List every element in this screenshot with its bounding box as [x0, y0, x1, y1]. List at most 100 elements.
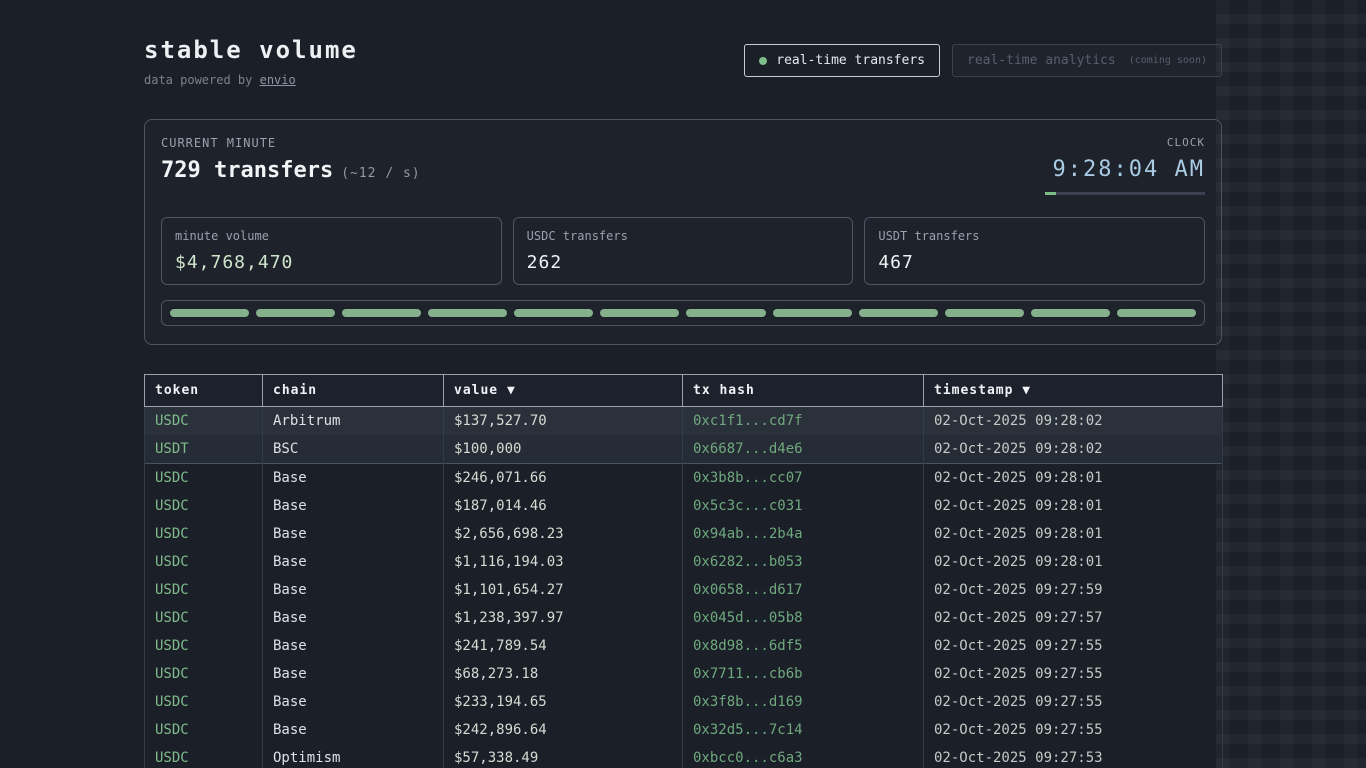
- cell-token: USDC: [145, 604, 263, 632]
- transfer-summary: CURRENT MINUTE 729 transfers(~12 / s): [161, 136, 421, 183]
- column-header-token[interactable]: token: [145, 375, 263, 407]
- table-header-row: token chain value ▼ tx hash timestamp ▼: [145, 375, 1223, 407]
- panel-head: CURRENT MINUTE 729 transfers(~12 / s) CL…: [161, 136, 1205, 195]
- column-header-timestamp[interactable]: timestamp ▼: [924, 375, 1223, 407]
- tab-transfers-label: real-time transfers: [776, 53, 925, 68]
- cell-timestamp: 02-Oct-2025 09:28:01: [924, 492, 1223, 520]
- cell-timestamp: 02-Oct-2025 09:28:02: [924, 435, 1223, 464]
- cell-chain: Base: [263, 492, 444, 520]
- cell-value: $242,896.64: [444, 716, 683, 744]
- stat-label: minute volume: [175, 229, 488, 243]
- table-row: USDCArbitrum$137,527.700xc1f1...cd7f02-O…: [145, 407, 1223, 436]
- cell-token: USDC: [145, 492, 263, 520]
- cell-tx-hash[interactable]: 0x045d...05b8: [683, 604, 924, 632]
- tab-real-time-analytics[interactable]: real-time analytics (coming soon): [952, 44, 1222, 77]
- progress-segment: [342, 309, 421, 317]
- cell-chain: Base: [263, 632, 444, 660]
- table-row: USDCOptimism$57,338.490xbcc0...c6a302-Oc…: [145, 744, 1223, 768]
- cell-timestamp: 02-Oct-2025 09:28:01: [924, 520, 1223, 548]
- title-block: stable volume data powered by envio: [144, 36, 358, 87]
- stat-minute-volume: minute volume $4,768,470: [161, 217, 502, 285]
- table-row: USDCBase$1,101,654.270x0658...d61702-Oct…: [145, 576, 1223, 604]
- cell-timestamp: 02-Oct-2025 09:28:02: [924, 407, 1223, 436]
- cell-tx-hash[interactable]: 0x94ab...2b4a: [683, 520, 924, 548]
- clock-progress-fill: [1045, 192, 1056, 195]
- progress-segment: [686, 309, 765, 317]
- cell-chain: Base: [263, 660, 444, 688]
- tab-analytics-label: real-time analytics: [967, 53, 1116, 68]
- cell-chain: Base: [263, 716, 444, 744]
- envio-link[interactable]: envio: [260, 73, 296, 87]
- table-row: USDCBase$233,194.650x3f8b...d16902-Oct-2…: [145, 688, 1223, 716]
- live-dot-icon: [759, 57, 767, 65]
- cell-tx-hash[interactable]: 0x0658...d617: [683, 576, 924, 604]
- cell-tx-hash[interactable]: 0xc1f1...cd7f: [683, 407, 924, 436]
- cell-token: USDC: [145, 688, 263, 716]
- progress-segment: [773, 309, 852, 317]
- progress-segment: [600, 309, 679, 317]
- cell-tx-hash[interactable]: 0x32d5...7c14: [683, 716, 924, 744]
- topbar: stable volume data powered by envio real…: [144, 36, 1222, 87]
- cell-timestamp: 02-Oct-2025 09:27:59: [924, 576, 1223, 604]
- page-container: stable volume data powered by envio real…: [144, 0, 1222, 768]
- cell-tx-hash[interactable]: 0xbcc0...c6a3: [683, 744, 924, 768]
- cell-tx-hash[interactable]: 0x6687...d4e6: [683, 435, 924, 464]
- cell-token: USDC: [145, 744, 263, 768]
- cell-value: $1,116,194.03: [444, 548, 683, 576]
- table-row: USDCBase$246,071.660x3b8b...cc0702-Oct-2…: [145, 464, 1223, 493]
- table-row: USDCBase$1,238,397.970x045d...05b802-Oct…: [145, 604, 1223, 632]
- clock-progress-bar: [1045, 192, 1205, 195]
- cell-token: USDC: [145, 464, 263, 493]
- progress-segment: [170, 309, 249, 317]
- cell-token: USDC: [145, 548, 263, 576]
- cell-value: $187,014.46: [444, 492, 683, 520]
- table-row: USDCBase$242,896.640x32d5...7c1402-Oct-2…: [145, 716, 1223, 744]
- cell-timestamp: 02-Oct-2025 09:27:57: [924, 604, 1223, 632]
- cell-tx-hash[interactable]: 0x3f8b...d169: [683, 688, 924, 716]
- progress-segment: [1031, 309, 1110, 317]
- stat-usdc-transfers: USDC transfers 262: [513, 217, 854, 285]
- stat-value: 262: [527, 252, 840, 273]
- column-header-chain[interactable]: chain: [263, 375, 444, 407]
- cell-timestamp: 02-Oct-2025 09:28:01: [924, 464, 1223, 493]
- current-minute-label: CURRENT MINUTE: [161, 136, 421, 150]
- cell-value: $241,789.54: [444, 632, 683, 660]
- table-row: USDCBase$68,273.180x7711...cb6b02-Oct-20…: [145, 660, 1223, 688]
- cell-value: $1,238,397.97: [444, 604, 683, 632]
- cell-tx-hash[interactable]: 0x6282...b053: [683, 548, 924, 576]
- tab-real-time-transfers[interactable]: real-time transfers: [744, 44, 940, 77]
- cell-tx-hash[interactable]: 0x5c3c...c031: [683, 492, 924, 520]
- tabs: real-time transfers real-time analytics …: [744, 44, 1222, 77]
- cell-chain: Base: [263, 520, 444, 548]
- progress-segment: [514, 309, 593, 317]
- transfers-table-body: USDCArbitrum$137,527.700xc1f1...cd7f02-O…: [145, 407, 1223, 768]
- cell-token: USDC: [145, 407, 263, 436]
- cell-chain: Base: [263, 604, 444, 632]
- cell-token: USDC: [145, 632, 263, 660]
- cell-value: $68,273.18: [444, 660, 683, 688]
- stats-row: minute volume $4,768,470 USDC transfers …: [161, 217, 1205, 285]
- cell-tx-hash[interactable]: 0x7711...cb6b: [683, 660, 924, 688]
- column-header-tx-hash[interactable]: tx hash: [683, 375, 924, 407]
- table-row: USDCBase$241,789.540x8d98...6df502-Oct-2…: [145, 632, 1223, 660]
- cell-chain: Base: [263, 464, 444, 493]
- column-header-value[interactable]: value ▼: [444, 375, 683, 407]
- cell-timestamp: 02-Oct-2025 09:27:55: [924, 660, 1223, 688]
- progress-segment: [1117, 309, 1196, 317]
- cell-timestamp: 02-Oct-2025 09:27:53: [924, 744, 1223, 768]
- cell-value: $1,101,654.27: [444, 576, 683, 604]
- cell-chain: Base: [263, 688, 444, 716]
- cell-value: $137,527.70: [444, 407, 683, 436]
- cell-timestamp: 02-Oct-2025 09:27:55: [924, 716, 1223, 744]
- powered-by-text: data powered by: [144, 73, 252, 87]
- transfers-table: token chain value ▼ tx hash timestamp ▼ …: [144, 374, 1223, 768]
- cell-token: USDC: [145, 716, 263, 744]
- cell-tx-hash[interactable]: 0x8d98...6df5: [683, 632, 924, 660]
- current-minute-panel: CURRENT MINUTE 729 transfers(~12 / s) CL…: [144, 119, 1222, 345]
- cell-token: USDC: [145, 576, 263, 604]
- progress-segment: [428, 309, 507, 317]
- stat-value: $4,768,470: [175, 252, 488, 273]
- clock-label: CLOCK: [1045, 136, 1205, 149]
- cell-token: USDC: [145, 520, 263, 548]
- cell-tx-hash[interactable]: 0x3b8b...cc07: [683, 464, 924, 493]
